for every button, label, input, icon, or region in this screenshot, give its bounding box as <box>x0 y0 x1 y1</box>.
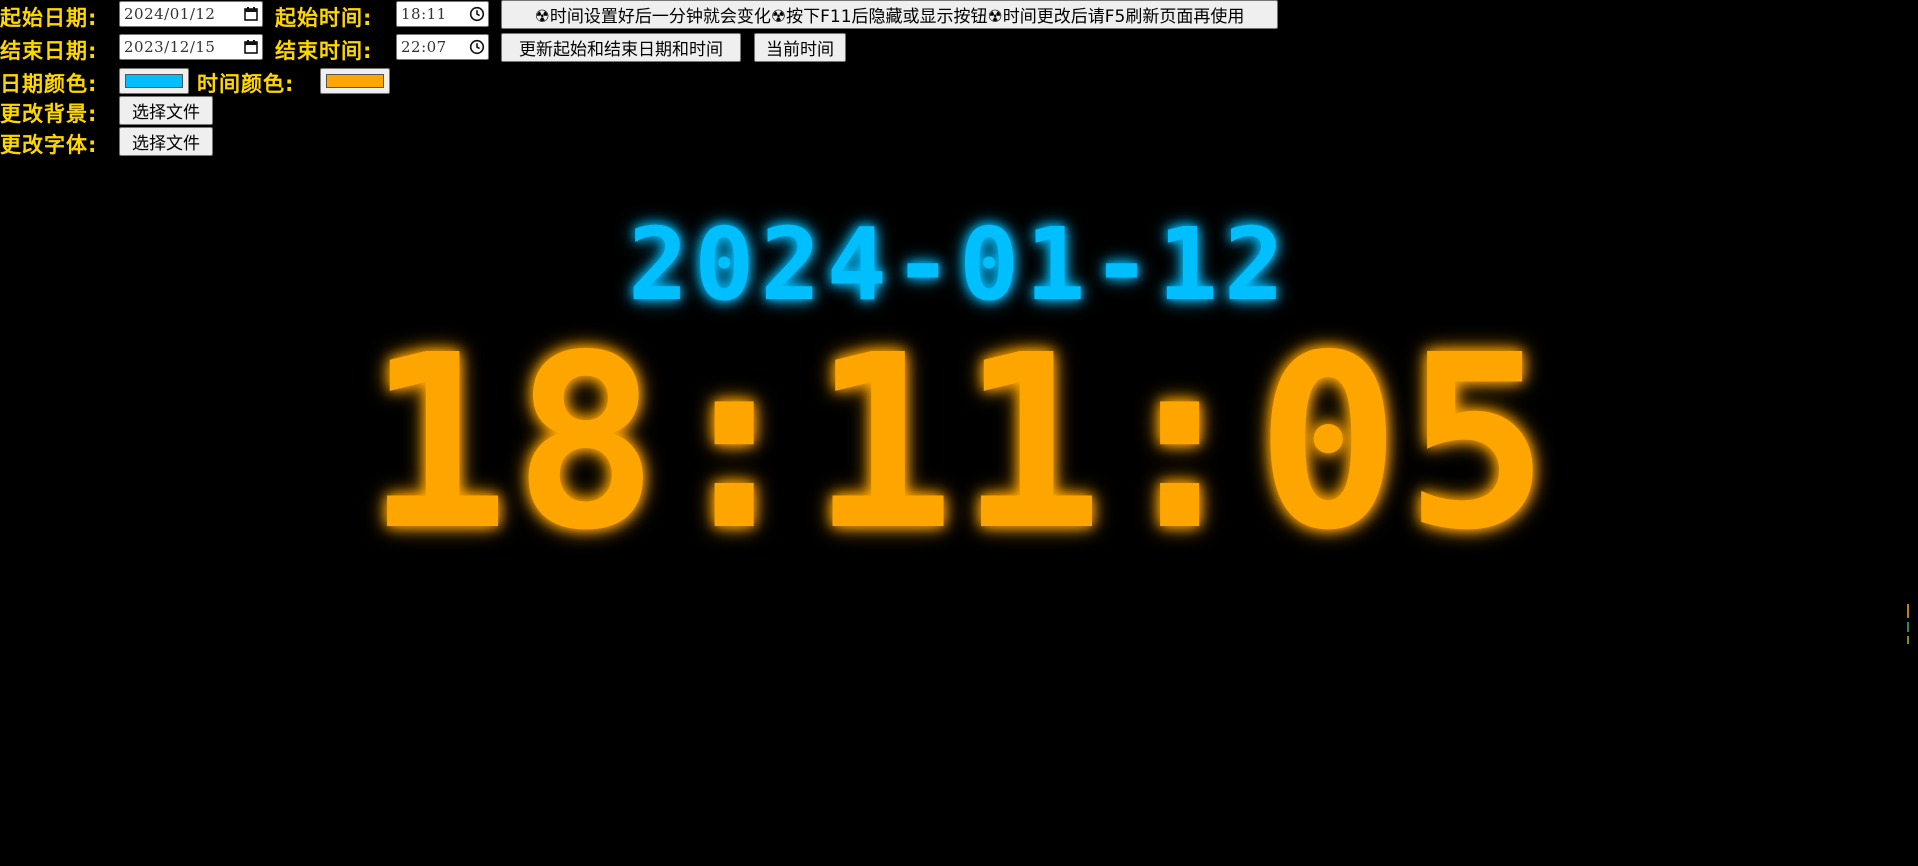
update-datetime-button[interactable]: 更新起始和结束日期和时间 <box>501 33 741 62</box>
date-color-picker[interactable] <box>119 68 189 94</box>
end-time-label: 结束时间: <box>275 39 373 63</box>
end-time-input[interactable]: 22:07 <box>396 34 489 60</box>
time-color-swatch <box>326 74 384 88</box>
start-time-input[interactable]: 18:11 <box>396 1 489 27</box>
font-file-button[interactable]: 选择文件 <box>119 127 213 156</box>
end-time-value: 22:07 <box>401 38 447 56</box>
edge-mark <box>1907 604 1909 618</box>
clock-icon[interactable] <box>466 3 488 25</box>
edge-mark <box>1907 636 1909 644</box>
date-color-label: 日期颜色: <box>0 72 98 96</box>
time-color-picker[interactable] <box>320 68 390 94</box>
date-color-swatch <box>125 74 183 88</box>
end-date-value: 2023/12/15 <box>124 38 216 56</box>
calendar-icon[interactable] <box>240 3 262 25</box>
time-display: 18:11:05 <box>365 303 1553 583</box>
time-color-label: 时间颜色: <box>197 72 295 96</box>
edge-mark <box>1907 622 1909 632</box>
start-date-label: 起始日期: <box>0 6 98 30</box>
clock-icon[interactable] <box>466 36 488 58</box>
font-label: 更改字体: <box>0 133 98 157</box>
start-date-input[interactable]: 2024/01/12 <box>119 1 263 27</box>
background-file-button[interactable]: 选择文件 <box>119 96 213 125</box>
info-button[interactable]: ☢时间设置好后一分钟就会变化☢按下F11后隐藏或显示按钮☢时间更改后请F5刷新页… <box>501 0 1278 29</box>
background-label: 更改背景: <box>0 102 98 126</box>
start-date-value: 2024/01/12 <box>124 5 216 23</box>
start-time-value: 18:11 <box>401 5 447 23</box>
end-date-input[interactable]: 2023/12/15 <box>119 34 263 60</box>
end-date-label: 结束日期: <box>0 39 98 63</box>
start-time-label: 起始时间: <box>275 6 373 30</box>
current-time-button[interactable]: 当前时间 <box>754 33 846 62</box>
calendar-icon[interactable] <box>240 36 262 58</box>
